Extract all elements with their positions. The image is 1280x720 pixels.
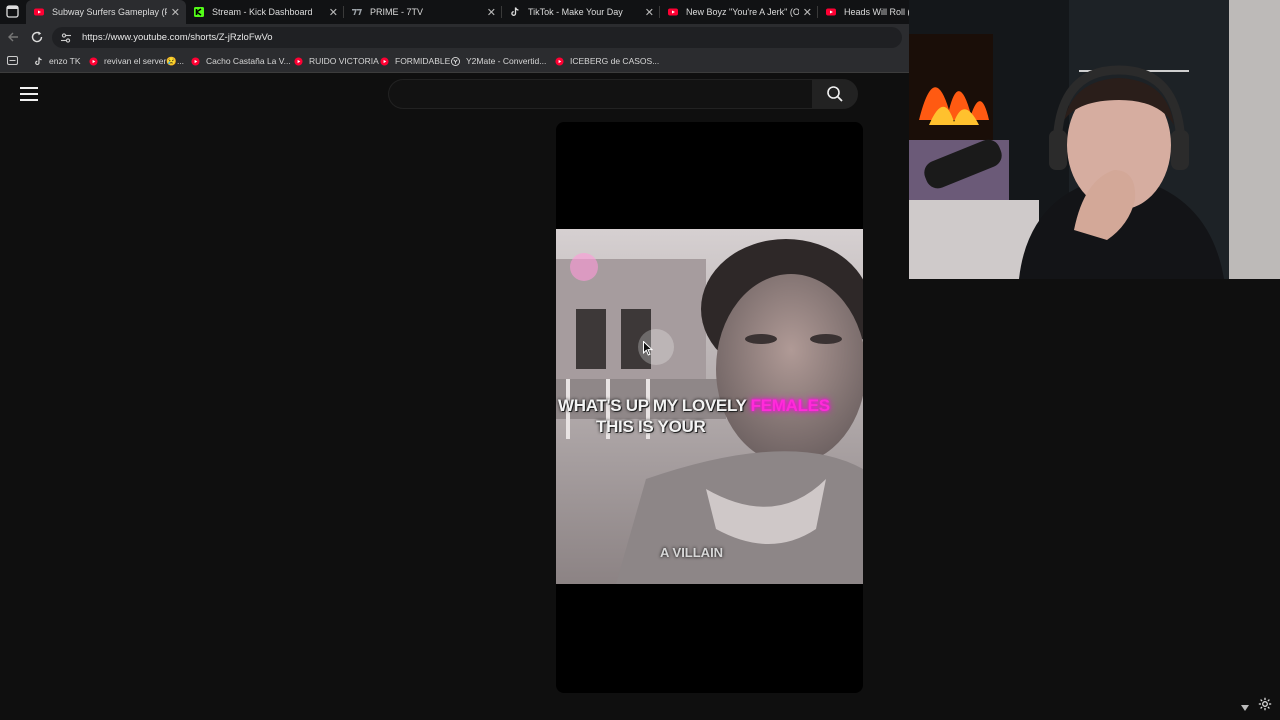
- bookmark-label: RUIDO VICTORIA: [309, 56, 379, 66]
- short-video-player[interactable]: WHAT'S UP MY LOVELY FEMALES THIS IS YOUR…: [556, 122, 863, 693]
- tab-prime-7tv[interactable]: PRIME - 7TV ✕: [344, 0, 502, 24]
- tab-title: Stream - Kick Dashboard: [212, 7, 313, 17]
- short-caption-line2: THIS IS YOUR: [596, 417, 706, 436]
- bookmark-y2mate[interactable]: Y2Mate - Convertid...: [451, 54, 546, 68]
- youtube-icon: [191, 56, 200, 66]
- bookmark-label: ICEBERG de CASOS...: [570, 56, 660, 66]
- close-tab-icon[interactable]: ✕: [329, 6, 338, 19]
- video-frame: WHAT'S UP MY LOVELY FEMALES THIS IS YOUR…: [556, 229, 863, 584]
- tiktok-icon: [35, 56, 42, 65]
- scroll-down-arrow-icon[interactable]: [1240, 704, 1250, 712]
- tab-actions-icon[interactable]: [6, 5, 19, 18]
- tab-tiktok[interactable]: TikTok - Make Your Day ✕: [502, 0, 660, 24]
- bookmark-enzo-tk[interactable]: enzo TK: [34, 54, 81, 68]
- tab-title: TikTok - Make Your Day: [528, 7, 623, 17]
- search-button[interactable]: [812, 79, 858, 109]
- tab-title: Subway Surfers Gameplay (PC U: [52, 7, 167, 17]
- bookmark-label: Y2Mate - Convertid...: [466, 56, 547, 66]
- youtube-icon: [668, 8, 678, 16]
- search-input[interactable]: [388, 79, 812, 109]
- bookmark-cacho-castana[interactable]: Cacho Castaña La V...: [191, 54, 291, 68]
- kick-icon: [194, 7, 204, 17]
- bookmark-ruido-victoria[interactable]: RUIDO VICTORIA: [294, 54, 379, 68]
- url-text: https://www.youtube.com/shorts/Z-jRzloFw…: [82, 32, 273, 43]
- close-tab-icon[interactable]: ✕: [803, 6, 812, 19]
- bookmark-formidable[interactable]: FORMIDABLE: [380, 54, 450, 68]
- short-caption-line3: A VILLAIN: [660, 545, 724, 560]
- url-field[interactable]: https://www.youtube.com/shorts/Z-jRzloFw…: [52, 27, 902, 48]
- caption-highlight: FEMALES: [750, 396, 830, 415]
- bookmarks-bar: enzo TK revivan el server😢... Cacho Cast…: [0, 50, 910, 73]
- menu-icon[interactable]: [20, 87, 38, 101]
- close-tab-icon[interactable]: ✕: [171, 6, 180, 19]
- bookmark-label: revivan el server😢...: [104, 55, 185, 66]
- webcam-feed-image: [909, 0, 1280, 279]
- bookmark-label: enzo TK: [49, 56, 81, 66]
- y2mate-icon: [451, 56, 460, 66]
- tab-title: Heads Will Roll (A-T: [844, 7, 910, 17]
- webcam-overlay: [909, 0, 1280, 279]
- site-info-icon[interactable]: [60, 32, 72, 44]
- youtube-icon: [89, 56, 98, 66]
- tab-new-boyz[interactable]: New Boyz "You're A Jerk" (Officia ✕: [660, 0, 818, 24]
- back-arrow-icon[interactable]: [6, 30, 20, 44]
- tab-heads-will-roll[interactable]: Heads Will Roll (A-T: [818, 0, 910, 24]
- youtube-icon: [380, 56, 389, 66]
- 7tv-icon: [352, 9, 362, 15]
- mouse-cursor-icon: [643, 341, 653, 356]
- youtube-icon: [555, 56, 564, 66]
- search-icon: [827, 86, 843, 102]
- close-tab-icon[interactable]: ✕: [645, 6, 654, 19]
- address-bar-row: https://www.youtube.com/shorts/Z-jRzloFw…: [0, 24, 910, 50]
- youtube-icon: [826, 8, 836, 16]
- tab-subway-surfers[interactable]: Subway Surfers Gameplay (PC U ✕: [26, 0, 186, 24]
- youtube-icon: [34, 8, 44, 16]
- tab-kick-dashboard[interactable]: Stream - Kick Dashboard ✕: [186, 0, 344, 24]
- tab-title: PRIME - 7TV: [370, 7, 424, 17]
- tiktok-icon: [511, 7, 519, 16]
- close-tab-icon[interactable]: ✕: [487, 6, 496, 19]
- youtube-icon: [294, 56, 303, 66]
- gear-icon[interactable]: [1258, 697, 1272, 711]
- bookmark-iceberg[interactable]: ICEBERG de CASOS...: [555, 54, 659, 68]
- caption-text: WHAT'S UP MY LOVELY: [558, 396, 751, 415]
- bookmark-label: Cacho Castaña La V...: [206, 56, 291, 66]
- reload-icon[interactable]: [30, 30, 44, 44]
- tab-title: New Boyz "You're A Jerk" (Officia: [686, 7, 799, 17]
- bookmark-revivan[interactable]: revivan el server😢...: [89, 54, 184, 68]
- short-caption-line1: WHAT'S UP MY LOVELY FEMALES: [558, 396, 863, 416]
- bookmark-label: FORMIDABLE: [395, 56, 451, 66]
- tab-search-icon[interactable]: [7, 56, 18, 66]
